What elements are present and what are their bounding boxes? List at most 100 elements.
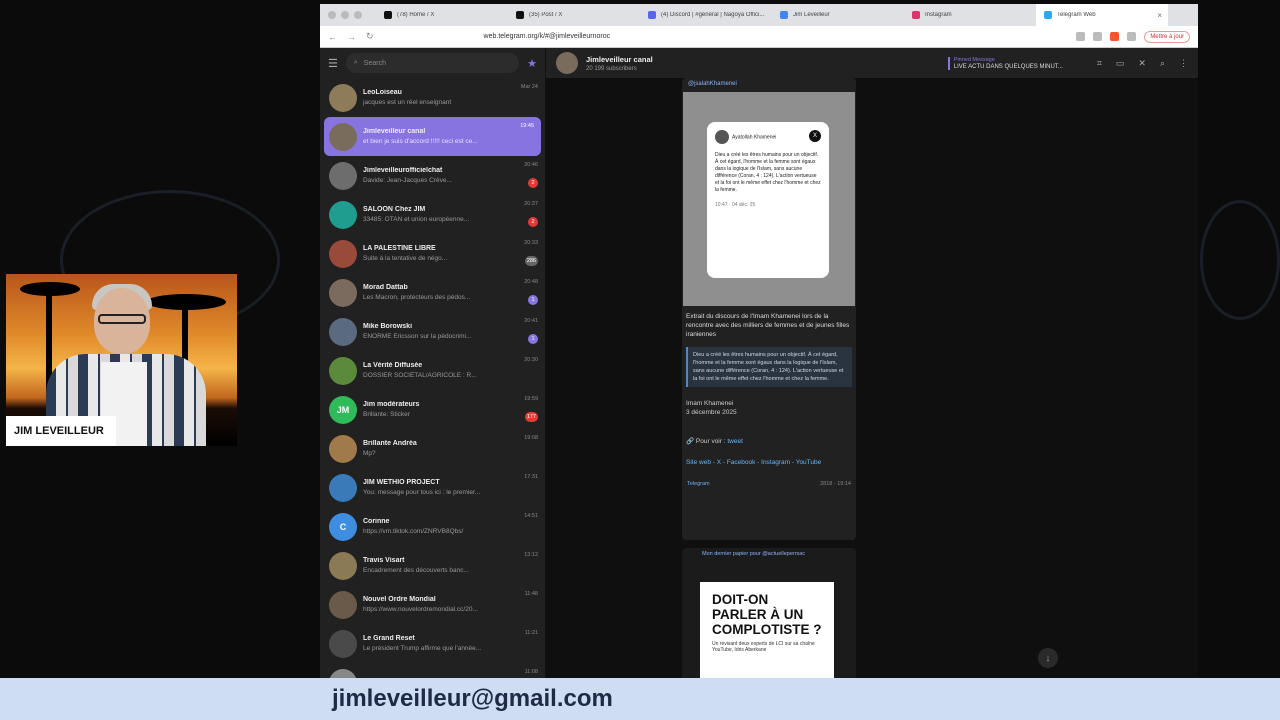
chat-avatar xyxy=(329,317,357,346)
pinned-message[interactable]: Pinned Message LIVE ACTU DANS QUELQUES M… xyxy=(947,56,1063,70)
more-icon[interactable]: ⋮ xyxy=(1179,58,1188,69)
article-poster[interactable]: DOIT-ON PARLER À UN COMPLOTISTE ? Un rev… xyxy=(700,582,834,678)
message-intro: Extrait du discours de l'Imam Khamenei l… xyxy=(686,313,850,338)
tab-favicon-icon xyxy=(780,11,788,19)
channel-message: @jsalahKhamenei Ayatollah Khamenei X Die… xyxy=(682,78,856,540)
browser-tab-active[interactable]: Telegram Web × xyxy=(1036,4,1168,26)
chat-name: Corinne xyxy=(363,518,390,525)
tweet-screenshot[interactable]: Ayatollah Khamenei X Dieu a créé les êtr… xyxy=(683,92,855,306)
window-minimize-dot[interactable] xyxy=(341,11,349,19)
chat-name: Morad Dattab xyxy=(363,284,408,291)
url-field[interactable]: web.telegram.org/k/#@jimleveilleurnoroc xyxy=(484,33,1069,40)
chat-time: 11:21 xyxy=(524,630,538,636)
chat-name: SALOON Chez JIM xyxy=(363,206,426,213)
tweet-link[interactable]: tweet xyxy=(727,438,743,445)
back-icon[interactable]: ← xyxy=(328,32,337,42)
message-footer: Telegram 2818 · 19:14 xyxy=(682,479,856,489)
pin-list-icon[interactable]: ⌗ xyxy=(1097,58,1102,69)
chat-avatar xyxy=(329,161,357,190)
menu-icon[interactable]: ☰ xyxy=(328,57,338,70)
sidebar-icon[interactable] xyxy=(1127,32,1137,41)
extension-icon[interactable] xyxy=(1093,32,1103,41)
tweet-avatar xyxy=(715,130,729,144)
chat-preview: Mp? xyxy=(363,450,376,457)
chat-avatar xyxy=(329,434,357,463)
chat-body: Corinne https://vm.tiktok.com/ZNRVB8Qbs/ xyxy=(363,518,539,535)
chat-body: Travis Visart Encadrement des découverts … xyxy=(363,557,539,574)
social-links[interactable]: Site web - X - Facebook - Instagram - Yo… xyxy=(682,456,856,469)
view-count: 2818 · 19:14 xyxy=(820,481,851,487)
chat-list-item[interactable]: Travis Visart Encadrement des découverts … xyxy=(320,546,545,585)
chat-preview: 33485: OTAN et union européenne... xyxy=(363,216,470,223)
chat-list: LeoLoiseau jacques est un réel enseignant… xyxy=(320,78,545,678)
browser-tab[interactable]: Instagram xyxy=(904,4,1036,26)
chat-list-item[interactable]: Le Grand Reset Le président Trump affirme… xyxy=(320,624,545,663)
channel-title[interactable]: Jimleveilleur canal xyxy=(586,55,653,64)
chat-list-item[interactable]: Brillante Andréa Mp? 19:08 xyxy=(320,429,545,468)
chat-body: SALOON Chez JIM 33485: OTAN et union euro… xyxy=(363,206,539,223)
forward-icon[interactable]: → xyxy=(347,32,356,42)
tab-bar: (78) Home / X (35) Post / X (4) Discord … xyxy=(320,4,1198,26)
chat-list-item[interactable]: JM Jim modérateurs Brillante: Sticker 19:59… xyxy=(320,390,545,429)
browser-tab[interactable]: (4) Discord | #général | Nagoya Offici..… xyxy=(640,4,772,26)
chat-time: 19:59 xyxy=(524,396,538,402)
chat-time: 19:08 xyxy=(524,435,538,441)
sidebar-header: ☰ ⌕ Search ★ xyxy=(320,48,545,78)
chat-body: Jimleveilleurofficielchat Davide: Jean-Ja… xyxy=(363,167,539,184)
brave-shield-icon[interactable] xyxy=(1110,32,1120,41)
chat-list-item[interactable]: SALOON Chez JIM 33485: OTAN et union euro… xyxy=(320,195,545,234)
message-area: @jsalahKhamenei Ayatollah Khamenei X Die… xyxy=(546,78,1198,678)
window-maximize-dot[interactable] xyxy=(354,11,362,19)
chat-name: Travis Visart xyxy=(363,557,405,564)
chat-body: Morad Dattab Les Macron, protecteurs des … xyxy=(363,284,539,301)
chat-time: 17:31 xyxy=(524,474,538,480)
chat-list-item[interactable]: Fred11:08 xyxy=(320,663,545,678)
chat-list-item[interactable]: JIM WETHIO PROJECT You: message pour tous… xyxy=(320,468,545,507)
chat-avatar: JM xyxy=(329,395,357,424)
extension-icon[interactable] xyxy=(1076,32,1086,41)
message-see: 🔗 Pour voir : tweet xyxy=(686,438,743,445)
chat-list-item[interactable]: LeoLoiseau jacques est un réel enseignant… xyxy=(320,78,545,117)
telegram-link[interactable]: Telegram xyxy=(687,481,710,487)
forwarded-post-header: Mon dernier papier pour @actuelleperrsac xyxy=(702,551,806,557)
chat-preview: Brillante: Sticker xyxy=(363,411,410,418)
chat-list-item[interactable]: C Corinne https://vm.tiktok.com/ZNRVB8Qbs/… xyxy=(320,507,545,546)
browser-tab[interactable]: (78) Home / X xyxy=(376,4,508,26)
chat-time: 20:30 xyxy=(524,357,538,363)
update-button[interactable]: Mettre à jour xyxy=(1144,30,1190,43)
mute-icon[interactable]: ✕ xyxy=(1138,58,1146,69)
chat-list-item[interactable]: Nouvel Ordre Mondial https://www.nouvelor… xyxy=(320,585,545,624)
unread-badge: 2 xyxy=(528,217,538,227)
chat-list-item[interactable]: Jimleveilleurofficielchat Davide: Jean-Ja… xyxy=(320,156,545,195)
message-signature: Imam Khamenei 3 décembre 2025 xyxy=(686,400,737,416)
chat-list-item[interactable]: LA PALESTINE LIBRE Suite à la tentative d… xyxy=(320,234,545,273)
chat-name: LeoLoiseau xyxy=(363,89,402,96)
chat-time: 14:51 xyxy=(524,513,538,519)
browser-tab[interactable]: (35) Post / X xyxy=(508,4,640,26)
chat-list-item[interactable]: Mike Borowski ENORME Ericsson sur la pédo… xyxy=(320,312,545,351)
chat-list-item[interactable]: Morad Dattab Les Macron, protecteurs des … xyxy=(320,273,545,312)
search-input[interactable]: ⌕ Search xyxy=(345,53,520,73)
scroll-down-button[interactable]: ↓ xyxy=(1038,648,1058,668)
window-close-dot[interactable] xyxy=(328,11,336,19)
address-bar: ← → ↻ web.telegram.org/k/#@jimleveilleur… xyxy=(320,26,1198,48)
channel-avatar[interactable] xyxy=(556,52,578,74)
search-icon[interactable]: ⌕ xyxy=(1160,58,1165,69)
x-logo-icon: X xyxy=(809,130,821,142)
chat-body: Le Grand Reset Le président Trump affirme… xyxy=(363,635,539,652)
browser-tab[interactable]: Jim Leveilleur xyxy=(772,4,904,26)
chat-list-item[interactable]: La Vérité Diffusée DOSSIER SOCIÉTAL/AGRIC… xyxy=(320,351,545,390)
close-tab-icon[interactable]: × xyxy=(1157,11,1162,20)
chat-time: 13:12 xyxy=(524,552,538,558)
comments-icon[interactable]: ▭ xyxy=(1116,58,1125,69)
star-icon[interactable]: ★ xyxy=(527,57,537,70)
chat-name: Jimleveilleurofficielchat xyxy=(363,167,443,174)
chat-list-item[interactable]: Jimleveilleur canal et bien je suis d'acc… xyxy=(324,117,541,156)
chat-time: 20:33 xyxy=(524,240,538,246)
contact-email: jimleveilleur@gmail.com xyxy=(332,685,613,712)
chat-avatar xyxy=(329,473,357,502)
forward-source[interactable]: @jsalahKhamenei xyxy=(682,78,856,92)
chat-main: Jimleveilleur canal 20 199 subscribers P… xyxy=(546,48,1198,678)
chat-avatar xyxy=(329,239,357,268)
reload-icon[interactable]: ↻ xyxy=(366,31,374,42)
